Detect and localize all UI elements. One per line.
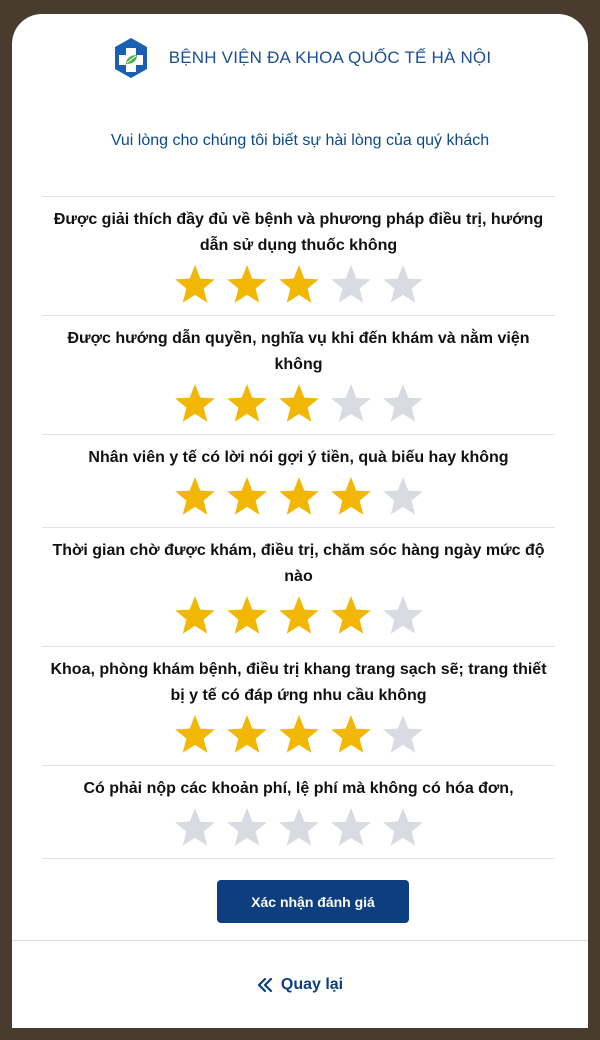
question-text: Khoa, phòng khám bệnh, điều trị khang tr… (50, 661, 547, 704)
star-filled-icon[interactable] (173, 475, 217, 519)
star-filled-icon[interactable] (277, 263, 321, 307)
question-item: Thời gian chờ được khám, điều trị, chăm … (42, 528, 555, 647)
hospital-name: BỆNH VIỆN ĐA KHOA QUỐC TẾ HÀ NỘI (168, 48, 492, 67)
double-chevron-left-icon (257, 977, 272, 993)
star-empty-icon[interactable] (381, 713, 425, 757)
star-filled-icon[interactable] (225, 475, 269, 519)
star-rating (42, 802, 555, 858)
star-filled-icon[interactable] (277, 475, 321, 519)
star-rating (42, 709, 555, 765)
question-item: Có phải nộp các khoản phí, lệ phí mà khô… (42, 766, 555, 859)
star-filled-icon[interactable] (277, 382, 321, 426)
app-screen: BỆNH VIỆN ĐA KHOA QUỐC TẾ HÀ NỘI Vui lòn… (12, 14, 588, 1028)
question-text: Có phải nộp các khoản phí, lệ phí mà khô… (83, 780, 514, 797)
hospital-logo-icon (114, 38, 147, 78)
star-empty-icon[interactable] (277, 806, 321, 850)
header: BỆNH VIỆN ĐA KHOA QUỐC TẾ HÀ NỘI (12, 28, 588, 88)
question-text: Thời gian chờ được khám, điều trị, chăm … (52, 542, 545, 585)
star-empty-icon[interactable] (381, 382, 425, 426)
star-filled-icon[interactable] (173, 713, 217, 757)
star-empty-icon[interactable] (381, 263, 425, 307)
star-rating (42, 590, 555, 646)
star-empty-icon[interactable] (381, 806, 425, 850)
question-item: Nhân viên y tế có lời nói gợi ý tiền, qu… (42, 435, 555, 528)
question-text: Được hướng dẫn quyền, nghĩa vụ khi đến k… (67, 330, 530, 373)
star-empty-icon[interactable] (381, 475, 425, 519)
back-button[interactable]: Quay lại (257, 973, 343, 997)
satisfaction-prompt: Vui lòng cho chúng tôi biết sự hài lòng … (110, 132, 490, 149)
star-filled-icon[interactable] (225, 713, 269, 757)
star-empty-icon[interactable] (329, 806, 373, 850)
star-filled-icon[interactable] (173, 263, 217, 307)
question-text: Được giải thích đầy đủ về bệnh và phương… (53, 211, 544, 254)
star-filled-icon[interactable] (329, 594, 373, 638)
question-list[interactable]: Được giải thích đầy đủ về bệnh và phương… (42, 196, 555, 863)
star-filled-icon[interactable] (173, 594, 217, 638)
question-item: Được hướng dẫn quyền, nghĩa vụ khi đến k… (42, 316, 555, 435)
star-filled-icon[interactable] (329, 713, 373, 757)
star-filled-icon[interactable] (225, 263, 269, 307)
star-empty-icon[interactable] (173, 806, 217, 850)
star-filled-icon[interactable] (277, 594, 321, 638)
star-rating (42, 378, 555, 434)
star-filled-icon[interactable] (173, 382, 217, 426)
confirm-rating-button[interactable]: Xác nhận đánh giá (217, 880, 409, 923)
star-filled-icon[interactable] (225, 594, 269, 638)
star-empty-icon[interactable] (225, 806, 269, 850)
star-filled-icon[interactable] (329, 475, 373, 519)
star-empty-icon[interactable] (381, 594, 425, 638)
question-item: Được giải thích đầy đủ về bệnh và phương… (42, 197, 555, 316)
footer-bar: Quay lại (12, 940, 588, 1028)
star-rating (42, 471, 555, 527)
question-item: Khoa, phòng khám bệnh, điều trị khang tr… (42, 647, 555, 766)
star-empty-icon[interactable] (329, 263, 373, 307)
star-filled-icon[interactable] (225, 382, 269, 426)
star-rating (42, 259, 555, 315)
back-label: Quay lại (280, 976, 344, 993)
question-text: Nhân viên y tế có lời nói gợi ý tiền, qu… (88, 449, 509, 466)
star-empty-icon[interactable] (329, 382, 373, 426)
star-filled-icon[interactable] (277, 713, 321, 757)
